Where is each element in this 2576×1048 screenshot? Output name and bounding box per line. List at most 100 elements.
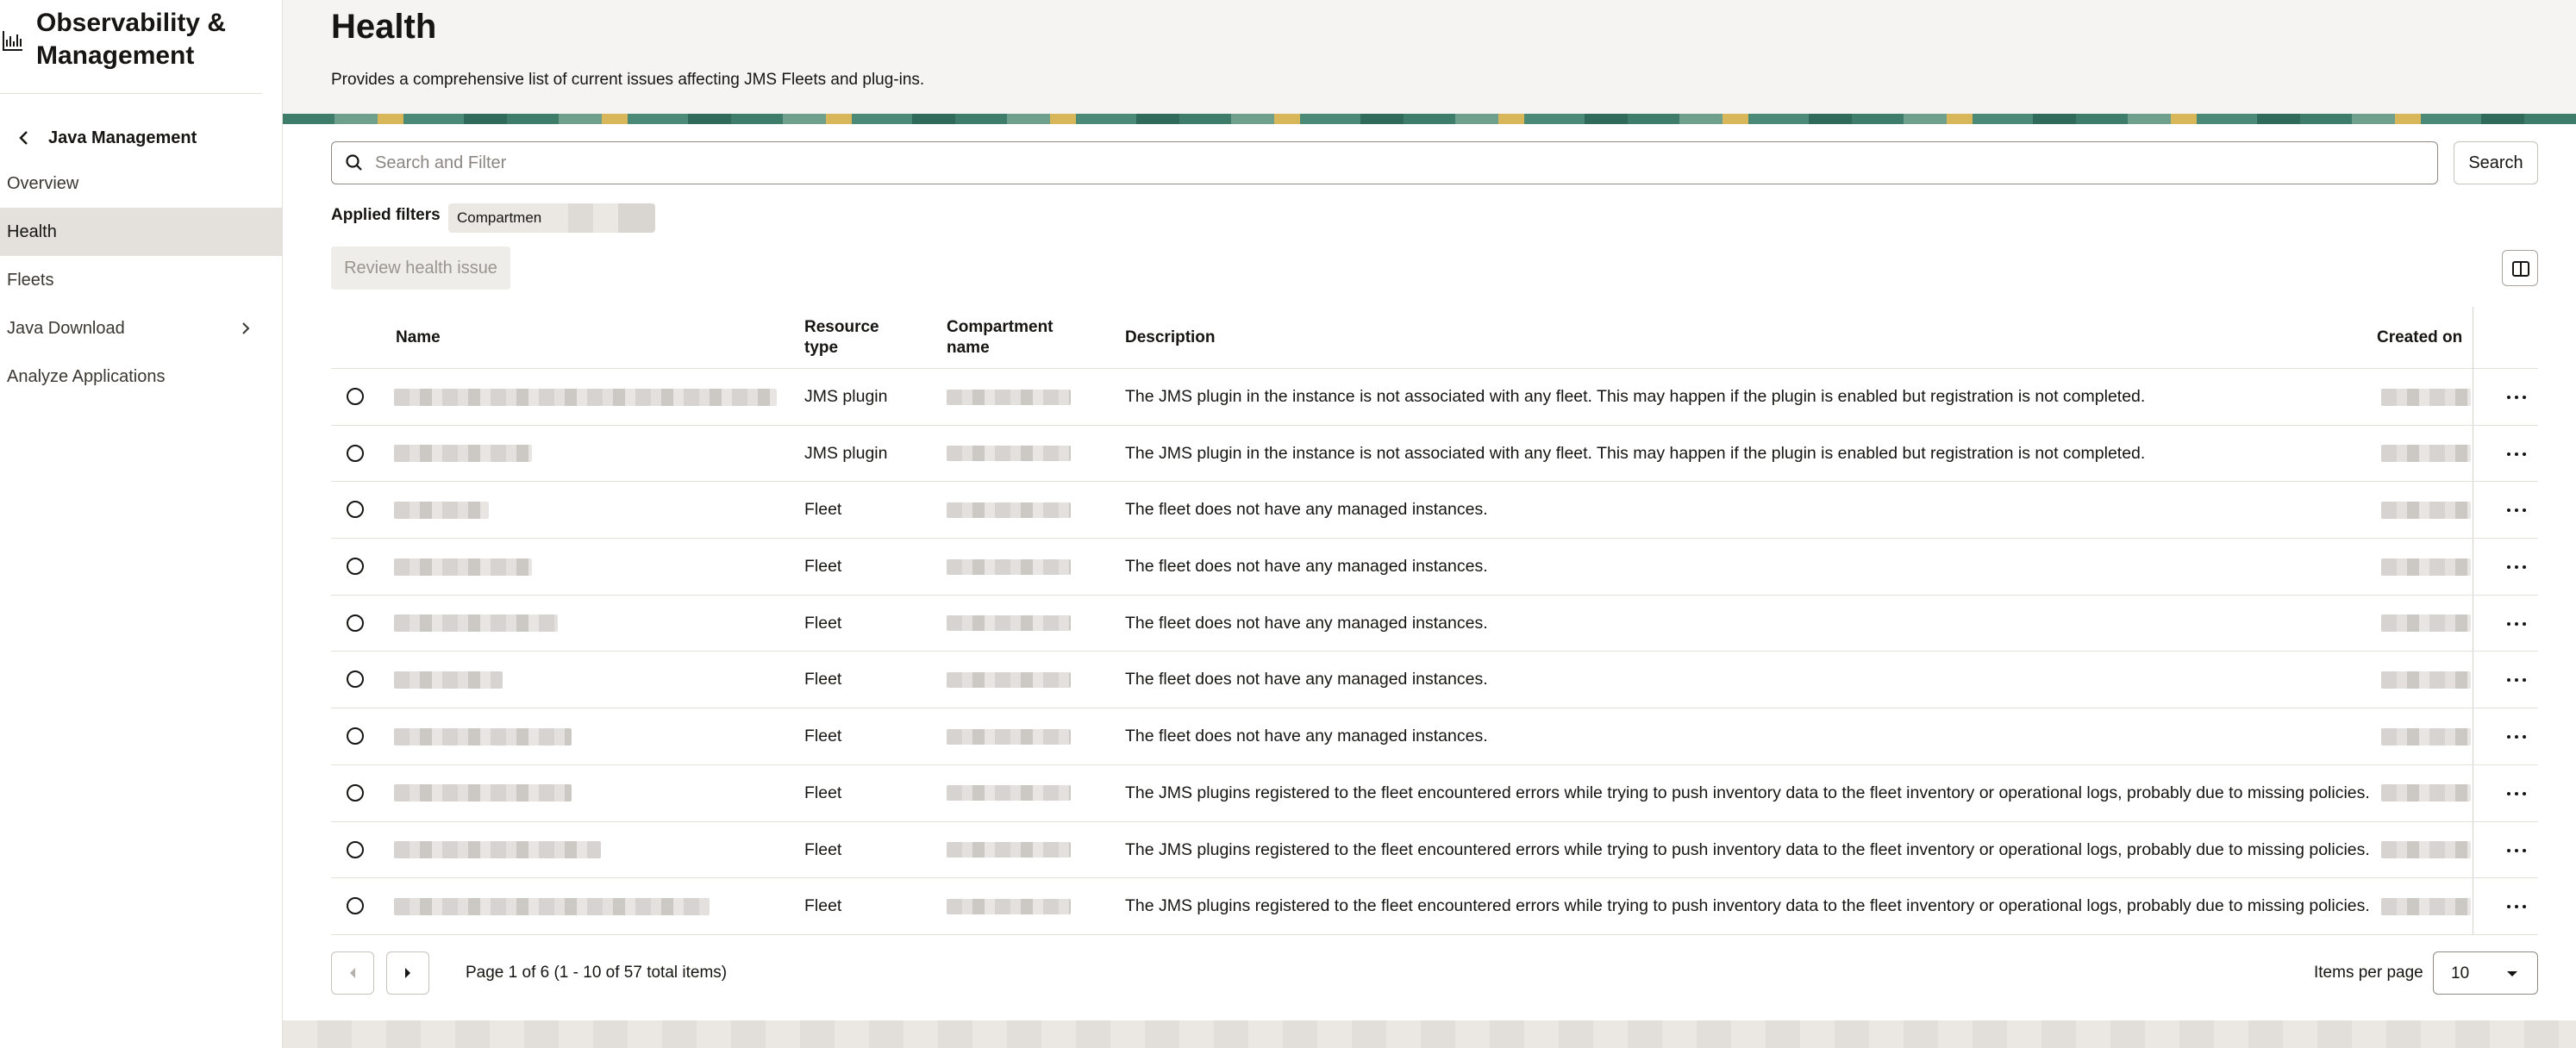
row-compartment-cell xyxy=(947,426,1071,482)
row-name-cell[interactable] xyxy=(394,369,777,425)
row-name-cell[interactable] xyxy=(394,426,532,482)
sidebar-item-java-download[interactable]: Java Download xyxy=(0,304,283,352)
row-name-cell[interactable] xyxy=(394,652,503,708)
row-name-cell[interactable] xyxy=(394,765,572,821)
row-select-radio[interactable] xyxy=(347,444,364,462)
table-row[interactable]: Fleet The fleet does not have any managed… xyxy=(331,708,2538,765)
more-horizontal-icon[interactable] xyxy=(2504,894,2529,920)
filter-chip-label[interactable]: Compartmen xyxy=(457,209,541,226)
row-name-cell[interactable] xyxy=(394,878,710,934)
row-name-cell[interactable] xyxy=(394,708,572,764)
back-label[interactable]: Java Management xyxy=(48,126,197,150)
redacted-name[interactable] xyxy=(394,671,503,689)
column-header-description[interactable]: Description xyxy=(1125,307,1384,369)
row-name-cell[interactable] xyxy=(394,596,558,652)
column-header-resource-type[interactable]: Resource type xyxy=(804,307,908,369)
table-row[interactable]: JMS plugin The JMS plugin in the instance… xyxy=(331,369,2538,426)
column-header-name[interactable]: Name xyxy=(396,307,568,369)
row-compartment-cell xyxy=(947,708,1071,764)
column-header-compartment[interactable]: Compartment name xyxy=(947,307,1085,369)
pagination: Page 1 of 6 (1 - 10 of 57 total items) I… xyxy=(331,951,2538,995)
redacted-name[interactable] xyxy=(394,784,572,802)
row-select-radio[interactable] xyxy=(347,558,364,576)
search-box[interactable] xyxy=(331,141,2438,184)
row-resource-type: Fleet xyxy=(804,670,842,689)
redacted-name[interactable] xyxy=(394,445,532,463)
filter-chip-compartment[interactable]: Compartmen xyxy=(448,203,655,233)
row-select-radio[interactable] xyxy=(347,671,364,689)
row-description: The JMS plugins registered to the fleet … xyxy=(1125,839,2370,859)
sidebar-item-health[interactable]: Health xyxy=(0,208,283,256)
column-header-created-on[interactable]: Created on xyxy=(2377,307,2472,369)
sidebar-item-label[interactable]: Analyze Applications xyxy=(7,367,165,387)
row-created-on-cell xyxy=(2381,708,2471,764)
redacted-created-on xyxy=(2381,558,2471,576)
sidebar-item-label[interactable]: Fleets xyxy=(7,271,53,290)
decorative-banner xyxy=(283,114,2576,124)
row-select-radio[interactable] xyxy=(347,388,364,405)
redacted-compartment xyxy=(947,558,1071,575)
more-horizontal-icon[interactable] xyxy=(2504,667,2529,693)
row-name-cell[interactable] xyxy=(394,822,601,878)
table-row[interactable]: Fleet The fleet does not have any managed… xyxy=(331,539,2538,596)
caret-down-icon[interactable] xyxy=(2506,970,2518,978)
redacted-name[interactable] xyxy=(394,897,710,915)
search-button[interactable]: Search xyxy=(2454,141,2538,184)
back-link[interactable]: Java Management xyxy=(0,121,259,155)
table-row[interactable]: Fleet The fleet does not have any managed… xyxy=(331,652,2538,709)
more-horizontal-icon[interactable] xyxy=(2504,838,2529,864)
row-select-radio[interactable] xyxy=(347,840,364,858)
row-select-radio[interactable] xyxy=(347,783,364,802)
redacted-compartment xyxy=(947,842,1071,858)
more-horizontal-icon[interactable] xyxy=(2504,441,2529,467)
caret-right-icon xyxy=(405,968,410,978)
row-name-cell[interactable] xyxy=(394,482,489,538)
review-health-issue-button[interactable]: Review health issue xyxy=(331,246,510,290)
table-row[interactable]: Fleet The JMS plugins registered to the f… xyxy=(331,878,2538,935)
redacted-name[interactable] xyxy=(394,388,777,406)
redacted-name[interactable] xyxy=(394,841,601,858)
table-row[interactable]: JMS plugin The JMS plugin in the instance… xyxy=(331,426,2538,483)
table-row[interactable]: Fleet The fleet does not have any managed… xyxy=(331,482,2538,540)
more-horizontal-icon[interactable] xyxy=(2504,554,2529,580)
more-horizontal-icon[interactable] xyxy=(2504,497,2529,523)
items-per-page-value[interactable]: 10 xyxy=(2451,963,2469,985)
table-row[interactable]: Fleet The fleet does not have any managed… xyxy=(331,596,2538,652)
next-page-button[interactable] xyxy=(386,951,429,995)
sidebar-item-fleets[interactable]: Fleets xyxy=(0,256,283,304)
manage-columns-button[interactable] xyxy=(2502,250,2538,286)
search-input[interactable] xyxy=(375,147,2427,178)
more-horizontal-icon[interactable] xyxy=(2504,384,2529,410)
sidebar-item-label[interactable]: Overview xyxy=(7,174,78,194)
items-per-page-select[interactable]: 10 xyxy=(2433,951,2538,995)
row-created-on-cell xyxy=(2381,369,2471,425)
table-row[interactable]: Fleet The JMS plugins registered to the f… xyxy=(331,822,2538,879)
redacted-compartment xyxy=(947,615,1071,632)
more-horizontal-icon[interactable] xyxy=(2504,781,2529,807)
row-resource-type: Fleet xyxy=(804,557,842,577)
row-name-cell[interactable] xyxy=(394,539,532,595)
redacted-created-on xyxy=(2381,501,2471,519)
chevron-left-icon[interactable] xyxy=(16,128,33,148)
row-select-radio[interactable] xyxy=(347,897,364,915)
more-horizontal-icon[interactable] xyxy=(2504,611,2529,637)
row-created-on-cell xyxy=(2381,822,2471,878)
previous-page-button[interactable] xyxy=(331,951,374,995)
health-issues-table: Name Resource type Compartment name Desc… xyxy=(331,307,2538,935)
redacted-name[interactable] xyxy=(394,558,532,576)
table-row[interactable]: Fleet The JMS plugins registered to the f… xyxy=(331,765,2538,822)
row-select-radio[interactable] xyxy=(347,501,364,519)
sidebar-item-overview[interactable]: Overview xyxy=(0,159,283,208)
sidebar-item-analyze-applications[interactable]: Analyze Applications xyxy=(0,352,283,401)
chevron-right-icon[interactable] xyxy=(240,320,252,337)
redacted-name[interactable] xyxy=(394,501,489,519)
sidebar-item-label[interactable]: Java Download xyxy=(7,319,125,339)
divider xyxy=(0,93,262,94)
redacted-name[interactable] xyxy=(394,727,572,745)
more-horizontal-icon[interactable] xyxy=(2504,724,2529,750)
sidebar-item-label[interactable]: Health xyxy=(7,222,57,242)
row-select-radio[interactable] xyxy=(347,727,364,745)
redacted-name[interactable] xyxy=(394,614,558,633)
redacted-created-on xyxy=(2381,671,2471,689)
row-select-radio[interactable] xyxy=(347,614,364,632)
